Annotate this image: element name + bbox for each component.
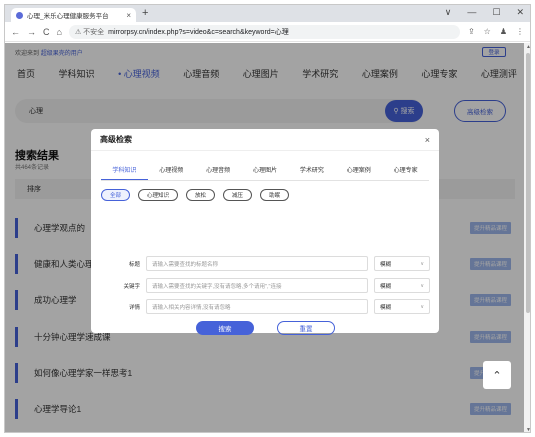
title-input[interactable]: 请输入需要查找的标题名称	[146, 256, 368, 271]
toolbar-icons: ⇪ ☆ ♟ ⋮	[468, 27, 524, 36]
browser-toolbar: ← → C ⌂ ⚠ 不安全 mirrorpsy.cn/index.php?s=v…	[5, 22, 530, 42]
menu-dots-icon[interactable]: ⋮	[516, 27, 524, 36]
bookmark-star-icon[interactable]: ☆	[484, 27, 491, 36]
back-arrow-icon[interactable]: ←	[11, 27, 20, 37]
url-text: mirrorpsy.cn/index.php?s=video&c=search&…	[108, 28, 289, 36]
scroll-up-icon[interactable]: ▲	[526, 44, 530, 50]
tab-knowledge[interactable]: 学科知识	[101, 165, 148, 180]
match-select-value: 模糊	[380, 283, 392, 290]
category-chips: 全部 心理知识 放松 减压 助眠	[101, 189, 290, 201]
scroll-down-icon[interactable]: ▼	[526, 427, 530, 432]
address-bar[interactable]: ⚠ 不安全 mirrorpsy.cn/index.php?s=video&c=s…	[68, 24, 460, 39]
dialog-tabs: 学科知识 心理视频 心理音频 心理图片 学术研究 心理案例 心理专家	[101, 165, 429, 181]
close-icon[interactable]: ×	[425, 135, 430, 145]
back-to-top-button[interactable]: ⌃	[483, 361, 511, 389]
tab-close-icon[interactable]: ×	[126, 11, 131, 20]
advanced-search-dialog: 高级检索 × 学科知识 心理视频 心理音频 心理图片 学术研究 心理案例 心理专…	[91, 129, 439, 335]
dialog-title: 高级检索	[100, 135, 132, 144]
tab-images[interactable]: 心理图片	[242, 165, 289, 180]
tab-title: 心理_米乐心理健康服务平台	[27, 13, 109, 20]
chevron-down-icon: ∨	[420, 282, 424, 289]
title-filter-row: 标题 请输入需要查找的标题名称 模糊 ∨	[101, 256, 431, 271]
tab-cases[interactable]: 心理案例	[335, 165, 382, 180]
keyword-input[interactable]: 请输入需要查找的关键字,没有请忽略,多个请用","连接	[146, 278, 368, 293]
site-favicon-icon	[16, 11, 23, 19]
chevron-down-icon: ∨	[420, 303, 424, 310]
window-controls: ∨ — ☐ ✕	[445, 7, 524, 18]
page-scrollbar[interactable]: ▲ ▼	[524, 43, 530, 432]
chip-knowledge[interactable]: 心理知识	[138, 189, 179, 201]
field-label: 关键字	[123, 283, 140, 290]
not-secure-label[interactable]: ⚠ 不安全	[75, 27, 104, 37]
detail-input[interactable]: 请输入相关内容详情,没有请忽略	[146, 299, 368, 314]
match-select[interactable]: 模糊 ∨	[374, 256, 430, 271]
maximize-icon[interactable]: ☐	[492, 7, 500, 18]
chip-all[interactable]: 全部	[101, 189, 131, 201]
chip-stress-relief[interactable]: 减压	[223, 189, 253, 201]
tab-research[interactable]: 学术研究	[288, 165, 335, 180]
chip-sleep[interactable]: 助眠	[260, 189, 290, 201]
new-tab-button[interactable]: +	[142, 7, 148, 19]
tab-audio[interactable]: 心理音频	[195, 165, 242, 180]
tab-search-icon[interactable]: ∨	[445, 7, 452, 18]
reload-icon[interactable]: C	[43, 27, 50, 37]
match-select-value: 模糊	[380, 304, 392, 311]
keyword-filter-row: 关键字 请输入需要查找的关键字,没有请忽略,多个请用","连接 模糊 ∨	[101, 278, 431, 293]
field-label: 标题	[128, 261, 140, 268]
dialog-header: 高级检索 ×	[91, 129, 439, 151]
minimize-icon[interactable]: —	[467, 7, 476, 18]
profile-icon[interactable]: ♟	[500, 27, 507, 36]
web-page: 欢迎来到 超级果壳的用户 登录 首页 学科知识 • 心理视频 心理音频 心理图片…	[5, 43, 524, 432]
browser-tab[interactable]: 心理_米乐心理健康服务平台 ×	[11, 8, 136, 22]
scrollbar-thumb[interactable]	[526, 53, 530, 313]
browser-window: 心理_米乐心理健康服务平台 × + ∨ — ☐ ✕ ← → C ⌂ ⚠ 不安全 …	[4, 4, 531, 433]
detail-filter-row: 详情 请输入相关内容详情,没有请忽略 模糊 ∨	[101, 299, 431, 314]
dialog-search-button[interactable]: 搜索	[196, 321, 254, 335]
match-select[interactable]: 模糊 ∨	[374, 278, 430, 293]
tab-video[interactable]: 心理视频	[148, 165, 195, 180]
forward-arrow-icon[interactable]: →	[27, 27, 36, 37]
tab-strip: 心理_米乐心理健康服务平台 × + ∨ — ☐ ✕	[5, 5, 530, 22]
chip-relax[interactable]: 放松	[186, 189, 216, 201]
dialog-reset-button[interactable]: 重置	[277, 321, 335, 335]
tab-experts[interactable]: 心理专家	[382, 165, 429, 180]
field-label: 详情	[128, 304, 140, 311]
match-select-value: 模糊	[380, 261, 392, 268]
match-select[interactable]: 模糊 ∨	[374, 299, 430, 314]
share-icon[interactable]: ⇪	[468, 27, 475, 36]
close-window-icon[interactable]: ✕	[516, 7, 524, 18]
home-icon[interactable]: ⌂	[57, 27, 62, 37]
chevron-down-icon: ∨	[420, 260, 424, 267]
chevron-up-icon: ⌃	[492, 369, 502, 382]
